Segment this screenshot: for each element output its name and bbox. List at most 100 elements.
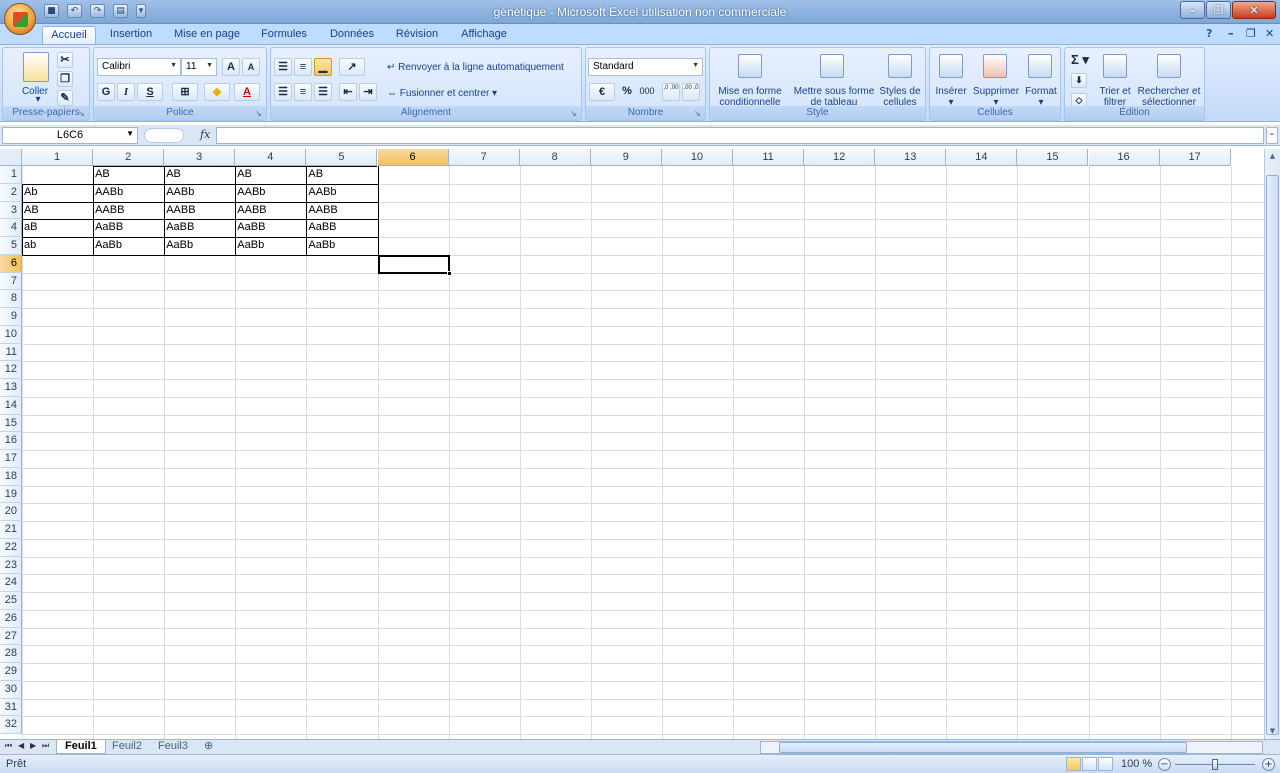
sheet-tab-feuil2[interactable]: Feuil2 bbox=[104, 740, 150, 754]
shrink-font-button[interactable]: A bbox=[242, 58, 260, 76]
column-header-14[interactable]: 14 bbox=[946, 149, 1018, 166]
cell-r5c3[interactable]: AaBb bbox=[164, 237, 235, 255]
cell-r1c3[interactable]: AB bbox=[164, 166, 235, 184]
worksheet-grid[interactable]: 1 2 3 4 5 6 7 8 9 10 11 12 13 14 15 16 17 1 2 3 4 5 6 7 8 9 10 11 12… bbox=[0, 149, 1264, 739]
row-header-16[interactable]: 16 bbox=[0, 432, 22, 450]
cell-r1c2[interactable]: AB bbox=[93, 166, 164, 184]
row-header-28[interactable]: 28 bbox=[0, 645, 22, 663]
name-box[interactable]: L6C6 ▼ bbox=[2, 127, 138, 144]
scroll-up-icon[interactable]: ▲ bbox=[1266, 150, 1279, 162]
row-header-6[interactable]: 6 bbox=[0, 254, 22, 273]
row-header-32[interactable]: 32 bbox=[0, 716, 22, 734]
italic-button[interactable]: I bbox=[117, 83, 135, 101]
next-sheet-icon[interactable]: ▶ bbox=[30, 741, 36, 750]
column-header-6[interactable]: 6 bbox=[377, 149, 449, 166]
tab-donnees[interactable]: Données bbox=[325, 26, 379, 44]
format-as-table-button[interactable]: Mettre sous forme de tableau bbox=[790, 86, 878, 108]
column-header-7[interactable]: 7 bbox=[448, 149, 520, 166]
column-header-4[interactable]: 4 bbox=[235, 149, 307, 166]
cell-r4c2[interactable]: AaBB bbox=[93, 219, 164, 237]
sheet-tab-feuil3[interactable]: Feuil3 bbox=[150, 740, 196, 754]
cell-r5c4[interactable]: AaBb bbox=[235, 237, 306, 255]
zoom-slider-thumb[interactable] bbox=[1212, 759, 1218, 770]
column-header-16[interactable]: 16 bbox=[1088, 149, 1160, 166]
thousands-button[interactable]: 000 bbox=[638, 83, 656, 101]
row-header-10[interactable]: 10 bbox=[0, 325, 22, 344]
workbook-minimize-button[interactable]: – bbox=[1228, 27, 1234, 40]
cell-r3c1[interactable]: AB bbox=[22, 202, 93, 220]
row-header-26[interactable]: 26 bbox=[0, 609, 22, 628]
page-break-view-icon[interactable] bbox=[1098, 757, 1113, 771]
normal-view-icon[interactable] bbox=[1066, 757, 1081, 771]
column-header-9[interactable]: 9 bbox=[590, 149, 662, 166]
expand-formula-icon[interactable]: ⌄ bbox=[1266, 127, 1278, 144]
column-header-5[interactable]: 5 bbox=[306, 149, 378, 166]
align-left-icon[interactable]: ☰ bbox=[274, 83, 292, 101]
tab-formules[interactable]: Formules bbox=[256, 26, 312, 44]
vertical-scrollbar[interactable]: ▲ ▼ bbox=[1264, 149, 1280, 739]
column-header-15[interactable]: 15 bbox=[1017, 149, 1089, 166]
row-header-13[interactable]: 13 bbox=[0, 379, 22, 397]
cell-r2c2[interactable]: AABb bbox=[93, 184, 164, 202]
row-header-20[interactable]: 20 bbox=[0, 503, 22, 521]
format-painter-icon[interactable]: ✎ bbox=[57, 90, 73, 106]
sort-filter-icon[interactable] bbox=[1103, 54, 1127, 78]
align-top-icon[interactable]: ☰ bbox=[274, 58, 292, 76]
cell-r1c4[interactable]: AB bbox=[235, 166, 306, 184]
underline-button[interactable]: S bbox=[137, 83, 163, 101]
merge-center-button[interactable]: ⇔ Fusionner et centrer ▾ bbox=[387, 88, 497, 99]
clipboard-launcher-icon[interactable]: ↘ bbox=[78, 109, 87, 118]
row-header-3[interactable]: 3 bbox=[0, 201, 22, 220]
find-select-icon[interactable] bbox=[1157, 54, 1181, 78]
cell-r2c1[interactable]: Ab bbox=[22, 184, 93, 202]
row-header-22[interactable]: 22 bbox=[0, 538, 22, 557]
row-header-30[interactable]: 30 bbox=[0, 680, 22, 699]
cell-styles-icon[interactable] bbox=[888, 54, 912, 78]
copy-icon[interactable]: ❐ bbox=[57, 71, 73, 87]
cell-r3c3[interactable]: AABB bbox=[164, 202, 235, 220]
sort-filter-button[interactable]: Trier et filtrer bbox=[1095, 86, 1135, 108]
currency-icon[interactable]: € bbox=[589, 83, 615, 101]
column-header-13[interactable]: 13 bbox=[875, 149, 947, 166]
workbook-close-button[interactable]: ✕ bbox=[1265, 27, 1274, 40]
first-sheet-icon[interactable]: ⏮ bbox=[5, 741, 12, 751]
cell-r3c4[interactable]: AABB bbox=[235, 202, 306, 220]
wrap-text-button[interactable]: ↵ Renvoyer à la ligne automatiquement bbox=[387, 62, 564, 73]
row-header-31[interactable]: 31 bbox=[0, 698, 22, 717]
tab-affichage[interactable]: Affichage bbox=[455, 26, 513, 44]
column-header-17[interactable]: 17 bbox=[1159, 149, 1231, 166]
row-header-24[interactable]: 24 bbox=[0, 574, 22, 592]
row-header-19[interactable]: 19 bbox=[0, 485, 22, 504]
bold-button[interactable]: G bbox=[97, 83, 115, 101]
last-sheet-icon[interactable]: ⏭ bbox=[42, 741, 49, 751]
cell-r2c3[interactable]: AABb bbox=[164, 184, 235, 202]
delete-cells-button[interactable]: Supprimer ▾ bbox=[970, 86, 1022, 108]
conditional-format-icon[interactable] bbox=[738, 54, 762, 78]
office-button[interactable] bbox=[4, 3, 36, 35]
row-header-14[interactable]: 14 bbox=[0, 396, 22, 415]
row-header-21[interactable]: 21 bbox=[0, 521, 22, 539]
orientation-icon[interactable]: ↗ bbox=[339, 58, 365, 76]
row-header-15[interactable]: 15 bbox=[0, 414, 22, 433]
insert-function-button[interactable]: fx bbox=[200, 128, 210, 141]
fill-icon[interactable]: ⬇ bbox=[1071, 73, 1087, 88]
row-header-4[interactable]: 4 bbox=[0, 219, 22, 237]
row-header-23[interactable]: 23 bbox=[0, 556, 22, 575]
borders-button[interactable]: ⊞ bbox=[172, 83, 198, 101]
row-header-29[interactable]: 29 bbox=[0, 663, 22, 681]
insert-cells-button[interactable]: Insérer ▾ bbox=[932, 86, 970, 108]
minimize-button[interactable]: – bbox=[1180, 1, 1205, 19]
number-launcher-icon[interactable]: ↘ bbox=[694, 109, 703, 118]
cell-r2c5[interactable]: AABb bbox=[306, 184, 377, 202]
column-header-3[interactable]: 3 bbox=[164, 149, 236, 166]
sheet-tab-feuil1[interactable]: Feuil1 bbox=[56, 740, 106, 754]
column-header-2[interactable]: 2 bbox=[93, 149, 165, 166]
align-right-icon[interactable]: ☰ bbox=[314, 83, 332, 101]
decrease-decimal-button[interactable]: ,00 ,0 bbox=[682, 83, 700, 101]
cell-r4c5[interactable]: AaBB bbox=[306, 219, 377, 237]
cut-icon[interactable]: ✂ bbox=[57, 52, 73, 68]
tab-mise-en-page[interactable]: Mise en page bbox=[170, 26, 244, 44]
align-middle-icon[interactable]: ≡ bbox=[294, 58, 312, 76]
column-header-1[interactable]: 1 bbox=[22, 149, 94, 166]
fill-color-button[interactable]: ◆ bbox=[204, 83, 230, 101]
